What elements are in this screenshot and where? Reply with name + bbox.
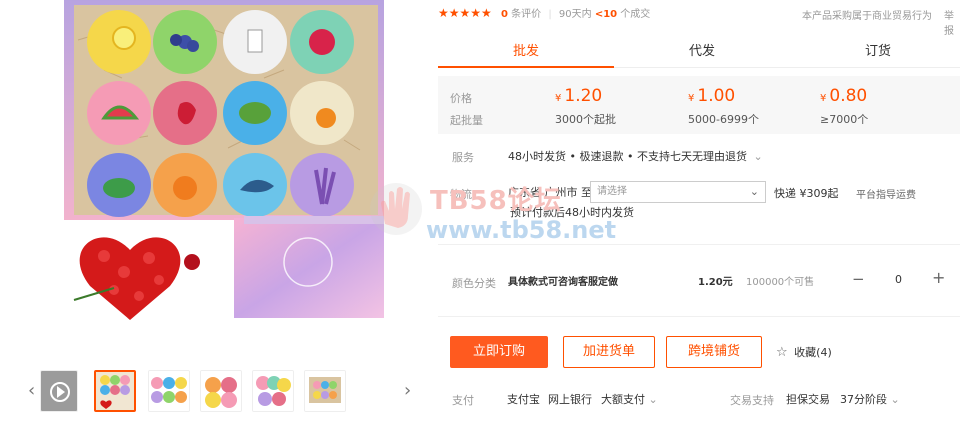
review-label[interactable]: 条评价: [511, 9, 541, 20]
thumbnail-3-image: [201, 371, 241, 411]
sales-suffix: 个成交: [620, 9, 651, 20]
tier-3-price-value: 0.80: [829, 86, 868, 106]
trade-stage[interactable]: 37分阶段 ⌄: [840, 391, 900, 407]
add-to-list-button[interactable]: 加进货单: [563, 336, 655, 368]
thumbnail-4[interactable]: [252, 370, 294, 412]
buy-now-button[interactable]: 立即订购: [450, 336, 548, 368]
currency-symbol: ¥: [555, 93, 562, 104]
payment-alipay: 支付宝: [507, 393, 540, 406]
report-link[interactable]: 举报: [944, 7, 960, 37]
star-outline-icon: ☆: [776, 345, 788, 360]
payment-large-amount-label: 大额支付: [601, 393, 645, 406]
video-thumbnail[interactable]: [40, 370, 78, 412]
purchase-mode-tabs: 批发 代发 订货: [438, 36, 960, 68]
thumbnail-next-button[interactable]: ›: [404, 380, 411, 401]
chevron-down-icon: ⌄: [749, 185, 759, 198]
payment-large-amount[interactable]: 大额支付 ⌄: [601, 391, 658, 407]
divider: |: [548, 9, 552, 20]
freight-guide-link[interactable]: 平台指导运费: [856, 186, 916, 201]
color-category-label: 颜色分类: [452, 277, 496, 290]
trade-support-label: 交易支持: [730, 394, 774, 407]
variant-stock: 100000个可售: [746, 277, 815, 288]
favorite-label: 收藏(4): [794, 346, 832, 359]
thumbnail-1[interactable]: [94, 370, 136, 412]
star-rating-icon: ★★★★★: [438, 6, 492, 20]
destination-placeholder: 请选择: [597, 186, 627, 197]
divider: [438, 244, 960, 245]
divider: [438, 316, 960, 317]
currency-symbol: ¥: [688, 93, 695, 104]
review-count[interactable]: 0: [501, 9, 508, 20]
tier-1-price-value: 1.20: [564, 86, 603, 106]
bath-bomb-box-illustration: [64, 0, 384, 320]
cross-border-button[interactable]: 跨境铺货: [666, 336, 762, 368]
tier-2-price: ¥1.00: [688, 86, 735, 106]
payment-online-bank: 网上银行: [548, 393, 592, 406]
trade-stage-label: 37分阶段: [840, 393, 887, 406]
tier-1-qty: 3000个起批: [555, 113, 616, 126]
thumbnail-prev-button[interactable]: ‹: [28, 380, 35, 401]
price-tier-box: 价格 起批量 ¥1.20 3000个起批 ¥1.00 5000-6999个 ¥0…: [438, 76, 960, 134]
tier-1-price: ¥1.20: [555, 86, 602, 106]
sales-count: <10: [594, 9, 618, 20]
tier-3-qty: ≥7000个: [820, 113, 869, 126]
destination-select[interactable]: 请选择 ⌄: [590, 181, 766, 203]
variant-price: 1.20元: [698, 277, 733, 288]
thumbnail-1-image: [96, 372, 134, 410]
thumbnail-5-image: [305, 371, 345, 411]
product-main-image[interactable]: [64, 0, 394, 330]
chevron-down-icon: ⌄: [648, 393, 658, 406]
price-label: 价格: [450, 92, 472, 105]
service-details[interactable]: 48小时发货 • 极速退款 • 不支持七天无理由退货 ⌄: [508, 148, 763, 164]
currency-symbol: ¥: [820, 93, 827, 104]
tab-wholesale[interactable]: 批发: [438, 36, 614, 68]
watermark-logo: [365, 178, 427, 243]
payment-label: 支付: [452, 394, 474, 407]
trade-notice: 本产品采购属于商业贸易行为: [802, 11, 932, 22]
play-video-icon: [41, 371, 77, 411]
quantity-decrease-button[interactable]: −: [852, 270, 865, 288]
thumbnail-3[interactable]: [200, 370, 242, 412]
thumbnail-strip: ‹ ›: [28, 368, 418, 418]
freight-cost: 快递 ¥309起: [774, 187, 839, 200]
chevron-down-icon: ⌄: [890, 393, 900, 406]
watermark-url: www.tb58.net: [426, 216, 617, 244]
sales-period: 90天内: [558, 9, 592, 20]
tier-2-qty: 5000-6999个: [688, 113, 759, 126]
thumbnail-2-image: [149, 371, 189, 411]
quantity-value[interactable]: 0: [895, 273, 902, 286]
tier-2-price-value: 1.00: [697, 86, 736, 106]
favorite-button[interactable]: ☆ 收藏(4): [776, 344, 832, 360]
variant-name: 具体款式可咨询客服定做: [508, 277, 618, 288]
min-qty-label: 起批量: [450, 114, 483, 127]
thumbnail-2[interactable]: [148, 370, 190, 412]
chevron-down-icon: ⌄: [753, 150, 763, 163]
tab-dropship[interactable]: 代发: [614, 36, 790, 68]
service-label: 服务: [452, 151, 474, 164]
thumbnail-4-image: [253, 371, 293, 411]
tab-order[interactable]: 订货: [790, 36, 960, 68]
quantity-increase-button[interactable]: +: [932, 268, 945, 287]
trade-escrow: 担保交易: [786, 393, 830, 406]
tier-3-price: ¥0.80: [820, 86, 867, 106]
hand-logo-icon: [370, 183, 422, 235]
watermark-title: TB58论坛: [430, 186, 562, 216]
thumbnail-5[interactable]: [304, 370, 346, 412]
service-text: 48小时发货 • 极速退款 • 不支持七天无理由退货: [508, 150, 747, 163]
rating-summary: ★★★★★ 0 条评价 | 90天内 <10 个成交: [438, 5, 650, 20]
